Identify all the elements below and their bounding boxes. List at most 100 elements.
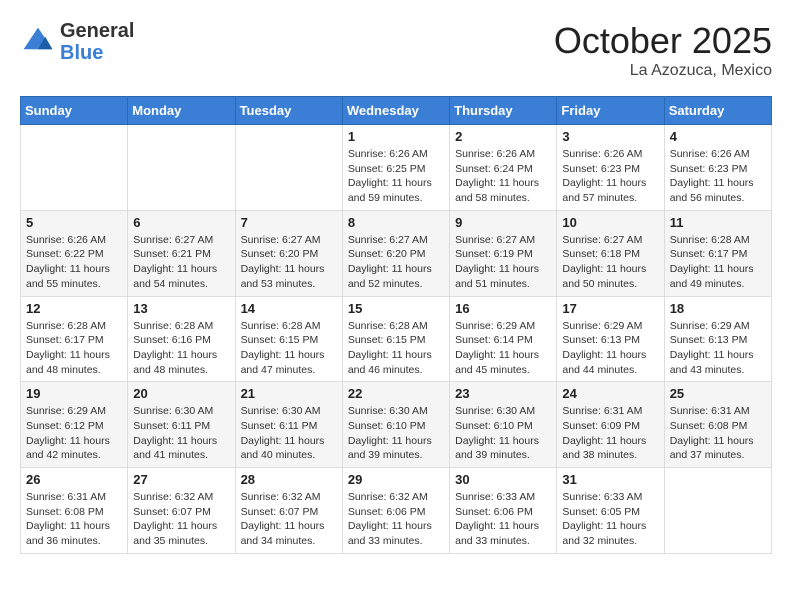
day-number: 20 <box>133 386 229 401</box>
day-info: Sunrise: 6:31 AMSunset: 6:08 PMDaylight:… <box>26 490 122 549</box>
logo: General Blue <box>20 20 134 64</box>
day-info: Sunrise: 6:28 AMSunset: 6:17 PMDaylight:… <box>670 233 766 292</box>
day-info: Sunrise: 6:33 AMSunset: 6:05 PMDaylight:… <box>562 490 658 549</box>
day-number: 24 <box>562 386 658 401</box>
day-number: 27 <box>133 472 229 487</box>
calendar-cell: 7Sunrise: 6:27 AMSunset: 6:20 PMDaylight… <box>235 210 342 296</box>
calendar-cell <box>235 125 342 211</box>
day-info: Sunrise: 6:31 AMSunset: 6:09 PMDaylight:… <box>562 404 658 463</box>
day-number: 10 <box>562 215 658 230</box>
calendar-day-header: Tuesday <box>235 97 342 125</box>
calendar-header-row: SundayMondayTuesdayWednesdayThursdayFrid… <box>21 97 772 125</box>
day-number: 21 <box>241 386 337 401</box>
calendar-cell: 5 Sunrise: 6:26 AMSunset: 6:22 PMDaylight… <box>21 210 128 296</box>
day-number: 31 <box>562 472 658 487</box>
day-number: 26 <box>26 472 122 487</box>
day-number: 14 <box>241 301 337 316</box>
calendar-cell: 11 Sunrise: 6:28 AMSunset: 6:17 PMDayligh… <box>664 210 771 296</box>
calendar-cell: 4 Sunrise: 6:26 AMSunset: 6:23 PMDaylight… <box>664 125 771 211</box>
calendar-day-header: Monday <box>128 97 235 125</box>
calendar-cell: 25 Sunrise: 6:31 AMSunset: 6:08 PMDayligh… <box>664 382 771 468</box>
calendar-cell <box>128 125 235 211</box>
day-number: 3 <box>562 129 658 144</box>
day-number: 17 <box>562 301 658 316</box>
day-number: 25 <box>670 386 766 401</box>
day-number: 12 <box>26 301 122 316</box>
calendar-table: SundayMondayTuesdayWednesdayThursdayFrid… <box>20 96 772 554</box>
calendar-cell: 29 Sunrise: 6:32 AMSunset: 6:06 PMDayligh… <box>342 468 449 554</box>
calendar-cell: 22 Sunrise: 6:30 AMSunset: 6:10 PMDayligh… <box>342 382 449 468</box>
day-info: Sunrise: 6:29 AMSunset: 6:14 PMDaylight:… <box>455 319 551 378</box>
calendar-cell: 3 Sunrise: 6:26 AMSunset: 6:23 PMDaylight… <box>557 125 664 211</box>
day-info: Sunrise: 6:30 AMSunset: 6:10 PMDaylight:… <box>348 404 444 463</box>
day-info: Sunrise: 6:28 AMSunset: 6:17 PMDaylight:… <box>26 319 122 378</box>
calendar-day-header: Wednesday <box>342 97 449 125</box>
calendar-cell: 15 Sunrise: 6:28 AMSunset: 6:15 PMDayligh… <box>342 296 449 382</box>
day-number: 2 <box>455 129 551 144</box>
day-number: 15 <box>348 301 444 316</box>
day-number: 5 <box>26 215 122 230</box>
calendar-week-row: 26 Sunrise: 6:31 AMSunset: 6:08 PMDayligh… <box>21 468 772 554</box>
day-number: 9 <box>455 215 551 230</box>
calendar-cell: 21Sunrise: 6:30 AMSunset: 6:11 PMDayligh… <box>235 382 342 468</box>
day-info: Sunrise: 6:32 AMSunset: 6:06 PMDaylight:… <box>348 490 444 549</box>
calendar-cell: 10 Sunrise: 6:27 AMSunset: 6:18 PMDayligh… <box>557 210 664 296</box>
day-info: Sunrise: 6:26 AMSunset: 6:23 PMDaylight:… <box>562 147 658 206</box>
day-info: Sunrise: 6:26 AMSunset: 6:24 PMDaylight:… <box>455 147 551 206</box>
day-info: Sunrise: 6:27 AMSunset: 6:20 PMDaylight:… <box>348 233 444 292</box>
day-number: 30 <box>455 472 551 487</box>
calendar-day-header: Friday <box>557 97 664 125</box>
calendar-cell: 28Sunrise: 6:32 AMSunset: 6:07 PMDayligh… <box>235 468 342 554</box>
calendar-cell: 1 Sunrise: 6:26 AMSunset: 6:25 PMDaylight… <box>342 125 449 211</box>
day-info: Sunrise: 6:26 AMSunset: 6:23 PMDaylight:… <box>670 147 766 206</box>
calendar-cell: 13Sunrise: 6:28 AMSunset: 6:16 PMDayligh… <box>128 296 235 382</box>
calendar-cell: 12 Sunrise: 6:28 AMSunset: 6:17 PMDayligh… <box>21 296 128 382</box>
calendar-day-header: Saturday <box>664 97 771 125</box>
calendar-week-row: 19 Sunrise: 6:29 AMSunset: 6:12 PMDayligh… <box>21 382 772 468</box>
day-info: Sunrise: 6:29 AMSunset: 6:12 PMDaylight:… <box>26 404 122 463</box>
calendar-cell: 2 Sunrise: 6:26 AMSunset: 6:24 PMDaylight… <box>450 125 557 211</box>
day-info: Sunrise: 6:32 AMSunset: 6:07 PMDaylight:… <box>241 490 337 549</box>
day-info: Sunrise: 6:32 AMSunset: 6:07 PMDaylight:… <box>133 490 229 549</box>
calendar-cell: 20 Sunrise: 6:30 AMSunset: 6:11 PMDayligh… <box>128 382 235 468</box>
calendar-cell: 9 Sunrise: 6:27 AMSunset: 6:19 PMDaylight… <box>450 210 557 296</box>
calendar-cell: 16 Sunrise: 6:29 AMSunset: 6:14 PMDayligh… <box>450 296 557 382</box>
day-number: 1 <box>348 129 444 144</box>
day-number: 11 <box>670 215 766 230</box>
day-info: Sunrise: 6:31 AMSunset: 6:08 PMDaylight:… <box>670 404 766 463</box>
logo-general: General <box>60 20 134 42</box>
day-info: Sunrise: 6:28 AMSunset: 6:15 PMDaylight:… <box>241 319 337 378</box>
day-number: 29 <box>348 472 444 487</box>
calendar-cell: 26 Sunrise: 6:31 AMSunset: 6:08 PMDayligh… <box>21 468 128 554</box>
day-number: 6 <box>133 215 229 230</box>
day-number: 8 <box>348 215 444 230</box>
calendar-day-header: Sunday <box>21 97 128 125</box>
logo-icon <box>20 24 56 60</box>
day-number: 4 <box>670 129 766 144</box>
day-info: Sunrise: 6:26 AMSunset: 6:25 PMDaylight:… <box>348 147 444 206</box>
day-number: 22 <box>348 386 444 401</box>
page-header: General Blue October 2025 La Azozuca, Me… <box>20 20 772 80</box>
day-info: Sunrise: 6:29 AMSunset: 6:13 PMDaylight:… <box>562 319 658 378</box>
calendar-cell <box>664 468 771 554</box>
day-info: Sunrise: 6:28 AMSunset: 6:15 PMDaylight:… <box>348 319 444 378</box>
calendar-cell: 23Sunrise: 6:30 AMSunset: 6:10 PMDayligh… <box>450 382 557 468</box>
calendar-cell: 18Sunrise: 6:29 AMSunset: 6:13 PMDayligh… <box>664 296 771 382</box>
calendar-week-row: 5 Sunrise: 6:26 AMSunset: 6:22 PMDaylight… <box>21 210 772 296</box>
day-info: Sunrise: 6:29 AMSunset: 6:13 PMDaylight:… <box>670 319 766 378</box>
calendar-cell: 17 Sunrise: 6:29 AMSunset: 6:13 PMDayligh… <box>557 296 664 382</box>
day-number: 16 <box>455 301 551 316</box>
calendar-cell <box>21 125 128 211</box>
calendar-cell: 31 Sunrise: 6:33 AMSunset: 6:05 PMDayligh… <box>557 468 664 554</box>
calendar-week-row: 12 Sunrise: 6:28 AMSunset: 6:17 PMDayligh… <box>21 296 772 382</box>
day-info: Sunrise: 6:27 AMSunset: 6:19 PMDaylight:… <box>455 233 551 292</box>
calendar-cell: 6Sunrise: 6:27 AMSunset: 6:21 PMDaylight… <box>128 210 235 296</box>
day-info: Sunrise: 6:27 AMSunset: 6:20 PMDaylight:… <box>241 233 337 292</box>
day-number: 19 <box>26 386 122 401</box>
day-info: Sunrise: 6:30 AMSunset: 6:11 PMDaylight:… <box>133 404 229 463</box>
day-info: Sunrise: 6:26 AMSunset: 6:22 PMDaylight:… <box>26 233 122 292</box>
day-info: Sunrise: 6:27 AMSunset: 6:18 PMDaylight:… <box>562 233 658 292</box>
calendar-cell: 14 Sunrise: 6:28 AMSunset: 6:15 PMDayligh… <box>235 296 342 382</box>
calendar-cell: 24 Sunrise: 6:31 AMSunset: 6:09 PMDayligh… <box>557 382 664 468</box>
calendar-cell: 19 Sunrise: 6:29 AMSunset: 6:12 PMDayligh… <box>21 382 128 468</box>
